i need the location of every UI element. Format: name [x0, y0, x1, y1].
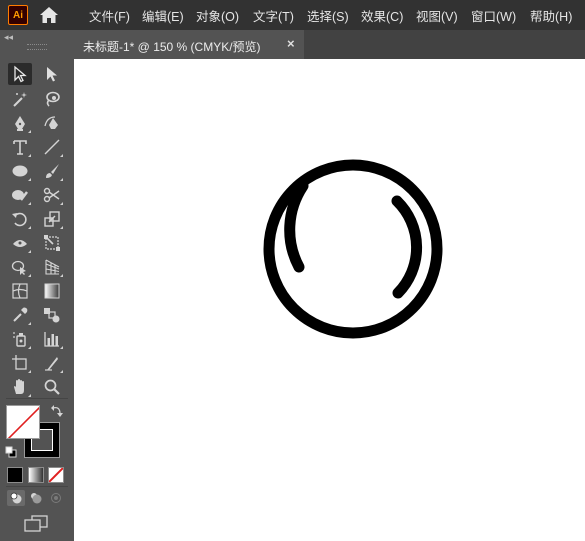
- color-mode-button[interactable]: [7, 467, 23, 483]
- blend-icon: [44, 308, 60, 323]
- draw-inside-icon: [51, 493, 61, 503]
- shaper-tool[interactable]: [8, 184, 32, 206]
- zoom-tool[interactable]: [40, 376, 64, 398]
- selection-arrow-icon: [14, 65, 27, 83]
- lasso-icon: [46, 91, 60, 107]
- none-mode-button[interactable]: [48, 467, 64, 483]
- rotate-tool[interactable]: [8, 208, 32, 230]
- draw-behind-icon: [31, 493, 42, 504]
- none-slash-icon: [7, 406, 39, 438]
- column-graph-icon: [44, 332, 59, 347]
- magic-wand-tool[interactable]: [8, 88, 32, 110]
- perspective-grid-tool[interactable]: [40, 256, 64, 278]
- type-icon: [13, 140, 27, 155]
- type-tool[interactable]: [8, 136, 32, 158]
- panel-grip[interactable]: [27, 44, 47, 50]
- slice-tool[interactable]: [40, 352, 64, 374]
- panel-divider: [6, 398, 68, 399]
- home-icon[interactable]: [39, 6, 59, 24]
- pen-tool[interactable]: [8, 112, 32, 134]
- curvature-icon: [44, 116, 58, 129]
- default-fill-stroke-icon[interactable]: [5, 446, 17, 458]
- ellipse-tool[interactable]: [8, 160, 32, 182]
- symbol-sprayer-tool[interactable]: [8, 328, 32, 350]
- mesh-tool[interactable]: [8, 280, 32, 302]
- panel-divider: [6, 486, 68, 487]
- gradient-icon: [44, 283, 60, 299]
- menu-help[interactable]: 帮助(H): [530, 6, 572, 25]
- width-icon: [13, 240, 27, 247]
- shape-builder-tool[interactable]: [8, 256, 32, 278]
- draw-normal-icon: [10, 492, 22, 504]
- column-graph-tool[interactable]: [40, 328, 64, 350]
- selection-tool[interactable]: [8, 63, 32, 85]
- curvature-tool[interactable]: [40, 112, 64, 134]
- document-tab-bar: 未标题-1* @ 150 % (CMYK/预览) ×: [74, 30, 585, 59]
- paintbrush-tool[interactable]: [40, 160, 64, 182]
- menu-select[interactable]: 选择(S): [307, 6, 349, 25]
- screen-mode-icon[interactable]: [23, 515, 49, 533]
- zoom-icon: [44, 379, 60, 395]
- paintbrush-icon: [46, 164, 59, 178]
- left-highlight-arc[interactable]: [284, 180, 309, 273]
- scale-icon: [44, 211, 60, 227]
- direct-selection-icon: [47, 67, 57, 82]
- slice-icon: [45, 357, 58, 371]
- draw-inside-button[interactable]: [47, 490, 65, 506]
- app-logo: Ai: [8, 5, 28, 25]
- shape-builder-icon: [11, 260, 26, 275]
- blend-tool[interactable]: [40, 304, 64, 326]
- mesh-icon: [12, 283, 28, 299]
- ellipse-icon: [12, 165, 28, 177]
- gradient-tool[interactable]: [40, 280, 64, 302]
- perspective-grid-icon: [45, 259, 60, 275]
- gradient-mode-button[interactable]: [28, 467, 44, 483]
- hand-tool[interactable]: [8, 376, 32, 398]
- free-transform-tool[interactable]: [40, 232, 64, 254]
- rotate-icon: [12, 212, 27, 227]
- menu-file[interactable]: 文件(F): [89, 6, 130, 25]
- pen-icon: [15, 116, 25, 131]
- scissors-icon: [43, 187, 60, 203]
- artboard-canvas[interactable]: [74, 59, 585, 541]
- menu-edit[interactable]: 编辑(E): [142, 6, 184, 25]
- draw-normal-button[interactable]: [7, 490, 25, 506]
- direct-selection-tool[interactable]: [40, 63, 64, 85]
- right-highlight-arc[interactable]: [391, 195, 423, 299]
- scale-tool[interactable]: [40, 208, 64, 230]
- none-slash-icon: [49, 468, 63, 482]
- document-tab-title: 未标题-1* @ 150 % (CMYK/预览): [83, 40, 261, 54]
- artwork: [263, 159, 443, 339]
- hand-icon: [14, 379, 24, 394]
- draw-behind-button[interactable]: [27, 490, 45, 506]
- symbol-sprayer-icon: [13, 332, 26, 347]
- swap-fill-stroke-icon[interactable]: [50, 404, 64, 418]
- scissors-tool[interactable]: [40, 184, 64, 206]
- magic-wand-icon: [13, 92, 27, 107]
- free-transform-icon: [44, 235, 60, 251]
- fill-swatch[interactable]: [6, 405, 40, 439]
- line-segment-tool[interactable]: [40, 136, 64, 158]
- menu-effect[interactable]: 效果(C): [361, 6, 403, 25]
- lasso-tool[interactable]: [40, 88, 64, 110]
- menu-object[interactable]: 对象(O): [196, 6, 239, 25]
- menu-type[interactable]: 文字(T): [253, 6, 294, 25]
- collapse-panel-icon[interactable]: ◂◂: [4, 32, 13, 43]
- shaper-icon: [12, 190, 28, 201]
- menu-view[interactable]: 视图(V): [416, 6, 458, 25]
- width-tool[interactable]: [8, 232, 32, 254]
- menu-bar: Ai 文件(F) 编辑(E) 对象(O) 文字(T) 选择(S) 效果(C) 视…: [0, 0, 585, 30]
- line-segment-icon: [44, 139, 60, 155]
- close-tab-icon[interactable]: ×: [287, 36, 295, 51]
- menu-window[interactable]: 窗口(W): [471, 6, 516, 25]
- eyedropper-tool[interactable]: [8, 304, 32, 326]
- eyedropper-icon: [13, 307, 28, 322]
- artboard-icon: [12, 355, 27, 370]
- artboard-tool[interactable]: [8, 352, 32, 374]
- document-tab[interactable]: 未标题-1* @ 150 % (CMYK/预览) ×: [74, 30, 304, 59]
